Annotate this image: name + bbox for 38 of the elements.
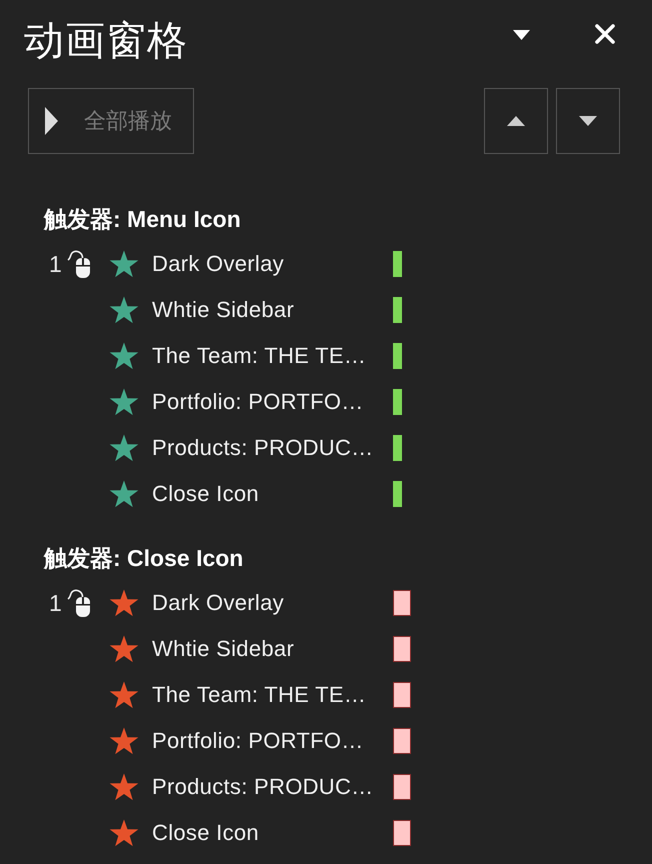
star-icon (109, 296, 139, 324)
animation-label[interactable]: The Team: THE TE… (152, 682, 393, 708)
star-icon (109, 434, 139, 462)
caret-icon (513, 30, 530, 40)
star-icon (109, 480, 139, 508)
star-icon (109, 819, 139, 847)
star-icon (109, 773, 139, 801)
animation-label[interactable]: Dark Overlay (152, 590, 393, 616)
star-icon (109, 635, 139, 663)
star-icon (109, 589, 139, 617)
star-icon (109, 388, 139, 416)
animation-label[interactable]: Whtie Sidebar (152, 296, 393, 324)
animation-label[interactable]: Portfolio: PORTFO… (152, 728, 393, 754)
step-number: 1 (48, 592, 63, 614)
star-icon (109, 250, 139, 278)
close-icon (595, 24, 615, 44)
close-button[interactable] (595, 24, 615, 44)
trigger-heading: 触发器: Close Icon (44, 545, 244, 571)
star-icon (109, 342, 139, 370)
animation-label[interactable]: Close Icon (152, 820, 393, 846)
caret-up-icon (507, 116, 525, 126)
star-icon (109, 727, 139, 755)
trigger-heading: 触发器: Menu Icon (44, 206, 241, 232)
options-button[interactable] (513, 30, 530, 40)
caret-down-icon (579, 116, 597, 126)
play-icon (45, 107, 58, 135)
animation-label[interactable]: Portfolio: PORTFO… (152, 388, 393, 416)
animation-label[interactable]: Dark Overlay (152, 250, 393, 278)
animation-label[interactable]: Products: PRODUC… (152, 774, 393, 800)
step-number: 1 (48, 252, 63, 276)
animation-label[interactable]: The Team: THE TE… (152, 342, 393, 370)
animation-label[interactable]: Products: PRODUC… (152, 434, 393, 462)
move-up-button[interactable] (484, 88, 548, 154)
move-down-button[interactable] (556, 88, 620, 154)
animation-label[interactable]: Whtie Sidebar (152, 636, 393, 662)
animation-label[interactable]: Close Icon (152, 480, 393, 508)
star-icon (109, 681, 139, 709)
pane-title: 动画窗格 (24, 21, 189, 61)
